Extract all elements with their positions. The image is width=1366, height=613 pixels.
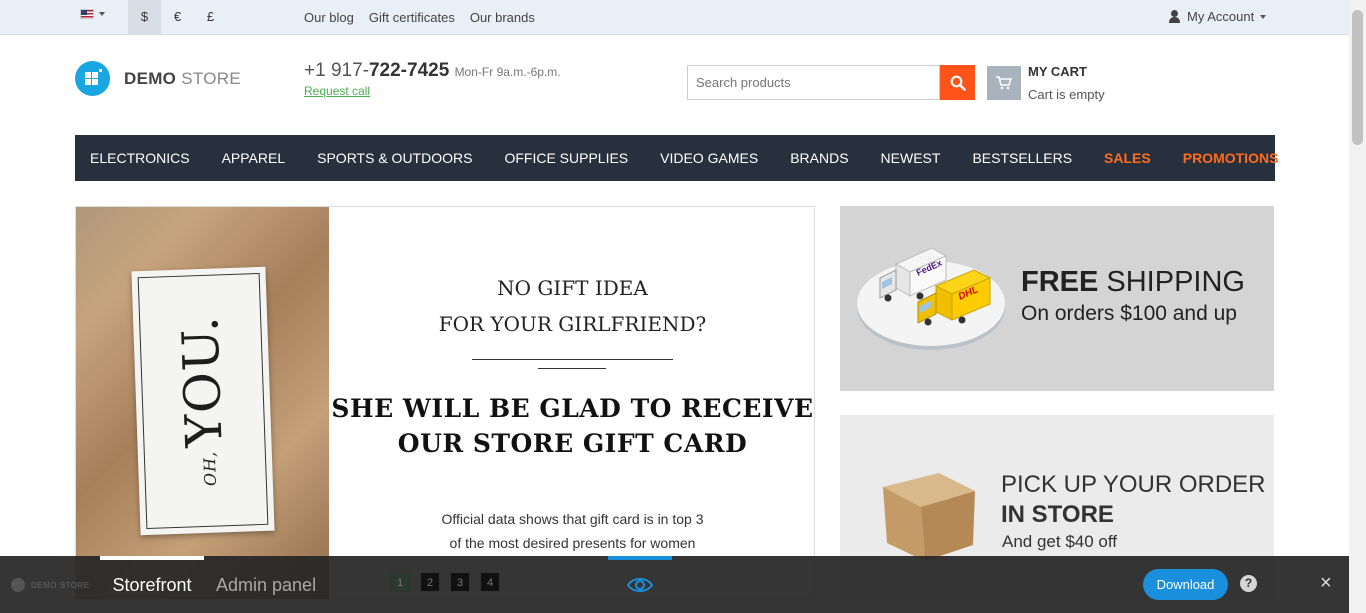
free-shipping-subtitle: On orders $100 and up [1021,302,1237,325]
link-our-blog[interactable]: Our blog [304,10,354,25]
nav-item-office-supplies[interactable]: OFFICE SUPPLIES [504,150,628,166]
divider [538,368,606,369]
us-flag-icon [80,9,94,19]
gift-card: OH,YOU. [131,266,275,536]
tab-storefront[interactable]: Storefront [100,556,204,613]
cart-status: Cart is empty [1028,87,1105,102]
cart-title[interactable]: MY CART [1028,64,1087,79]
close-icon[interactable]: × [1320,572,1332,595]
page-scrollbar[interactable] [1349,0,1366,613]
page: $ € £ Our blog Gift certificates Our bra… [0,0,1366,613]
search-icon [950,75,966,91]
nav-item-sales[interactable]: SALES [1104,150,1151,166]
currency-usd[interactable]: $ [128,0,161,34]
top-bar: $ € £ Our blog Gift certificates Our bra… [0,0,1349,35]
dhl-truck-icon: DHL [917,269,992,326]
slider-pagination: 1 2 3 4 [390,572,500,592]
free-shipping-title: FREE SHIPPING [1021,266,1245,298]
nav-item-sports-outdoors[interactable]: SPORTS & OUTDOORS [317,150,472,166]
my-account-label: My Account [1187,9,1255,24]
main-nav: ELECTRONICS APPAREL SPORTS & OUTDOORS OF… [75,135,1278,181]
banner-line-2: FOR YOUR GIRLFRIEND? [438,312,707,336]
package-box-icon [883,473,975,561]
request-call-link[interactable]: Request call [304,84,370,98]
preview-toggle[interactable] [608,556,672,613]
free-shipping-banner[interactable]: FedEx DHL FREE SHIPPING On orders $100 a… [840,206,1274,391]
download-button[interactable]: Download [1143,569,1228,600]
top-links: Our blog Gift certificates Our brands [304,10,535,25]
page-dot[interactable]: 4 [480,572,500,592]
eye-icon [627,578,653,592]
gift-card-banner[interactable]: OH,YOU. NO GIFT IDEA FOR YOUR GIRLFRIEND… [75,206,815,600]
currency-gbp[interactable]: £ [194,0,227,34]
nav-item-brands[interactable]: BRANDS [790,150,848,166]
logo-icon [11,578,25,592]
banner-heading: SHE WILL BE GLAD TO RECEIVE OUR STORE GI… [331,394,814,458]
nav-item-promotions[interactable]: PROMOTIONS [1183,150,1279,166]
nav-item-video-games[interactable]: VIDEO GAMES [660,150,758,166]
scrollbar-thumb[interactable] [1352,10,1363,145]
search-input[interactable] [687,65,940,100]
nav-item-newest[interactable]: NEWEST [881,150,941,166]
pickup-offer: And get $40 off [1002,532,1118,551]
tab-admin-panel[interactable]: Admin panel [216,556,316,613]
page-dot[interactable]: 1 [390,572,410,592]
logo-text: DEMO STORE [124,68,241,88]
banner-line-1: NO GIFT IDEA [497,276,648,300]
cart-button[interactable] [987,66,1021,100]
gift-card-text: OH,YOU. [171,314,234,487]
nav-item-apparel[interactable]: APPAREL [222,150,286,166]
page-dot[interactable]: 3 [450,572,470,592]
divider [472,359,673,360]
chevron-down-icon [1260,14,1267,19]
pickup-title: PICK UP YOUR ORDER [1001,471,1266,498]
link-our-brands[interactable]: Our brands [470,10,535,25]
business-hours: Mon-Fr 9a.m.-6p.m. [454,65,561,79]
currency-eur[interactable]: € [161,0,194,34]
chevron-down-icon [99,12,105,16]
banner-description: Official data shows that gift card is in… [441,511,704,551]
pickup-subtitle: IN STORE [1001,501,1114,528]
user-icon [1168,10,1181,23]
my-account-menu[interactable]: My Account [1168,9,1267,24]
help-icon[interactable]: ? [1240,575,1257,592]
page-dot[interactable]: 2 [420,572,440,592]
store-logo[interactable]: DEMO STORE [75,61,241,96]
demo-logo: DEMO STORE [11,578,90,592]
cart-icon [996,76,1012,90]
nav-item-electronics[interactable]: ELECTRONICS [90,150,190,166]
search-button[interactable] [940,65,975,100]
phone-number: +1 917-722-7425 Mon-Fr 9a.m.-6p.m. [304,60,561,81]
gift-card-image: OH,YOU. [76,207,329,599]
link-gift-certificates[interactable]: Gift certificates [369,10,455,25]
nav-item-bestsellers[interactable]: BESTSELLERS [972,150,1072,166]
language-selector[interactable] [80,9,105,19]
logo-icon [75,61,110,96]
demo-panel: DEMO STORE Storefront Admin panel 1 2 3 … [0,556,1349,613]
